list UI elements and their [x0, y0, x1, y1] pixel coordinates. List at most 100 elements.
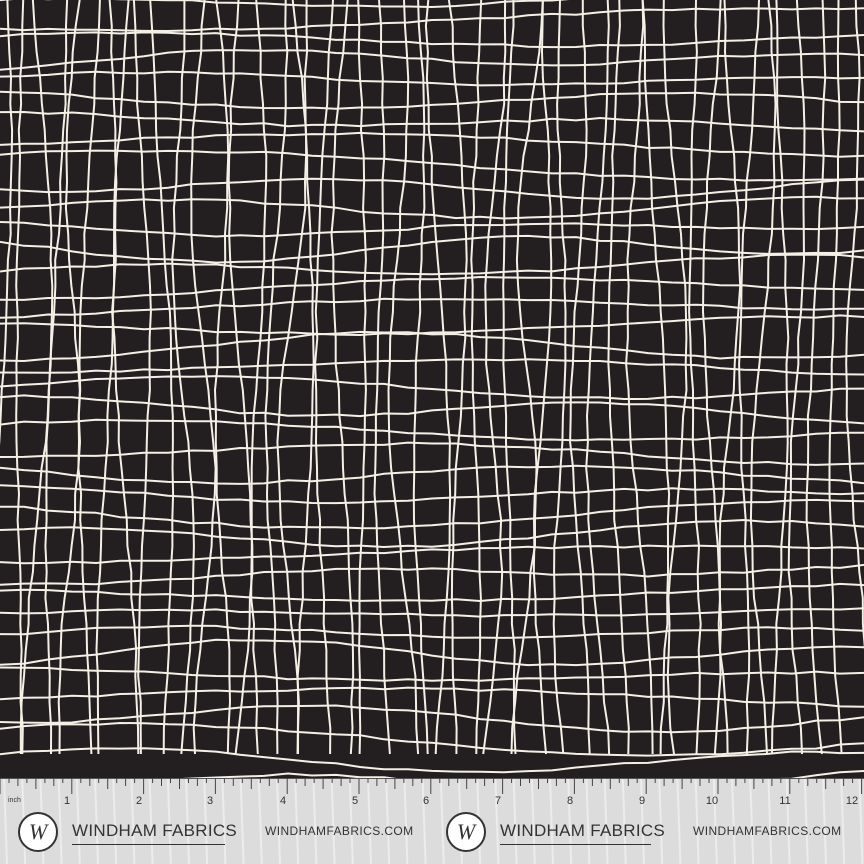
brand-underline	[500, 844, 651, 845]
grid-line-horizontal	[0, 704, 864, 734]
grid-line-vertical	[662, 0, 688, 755]
ruler-number-6: 6	[422, 795, 430, 807]
ruler-texture	[57, 778, 63, 864]
grid-line-vertical	[15, 0, 25, 755]
ruler-number-1: 1	[63, 795, 71, 807]
ruler-number-9: 9	[638, 795, 646, 807]
grid-line-horizontal	[0, 394, 864, 425]
ruler-unit-label: inch	[8, 797, 21, 804]
grid-line-horizontal	[0, 31, 864, 49]
grid-line-horizontal	[0, 195, 864, 220]
grid-line-vertical	[585, 0, 611, 755]
ruler-texture	[421, 778, 427, 864]
grid-line-vertical	[738, 0, 760, 755]
grid-line-horizontal	[0, 747, 864, 774]
irregular-grid-pattern	[0, 0, 864, 778]
ruler-texture	[494, 778, 500, 864]
grid-line-vertical	[552, 0, 567, 755]
ruler-number-2: 2	[135, 795, 143, 807]
grid-line-vertical	[717, 0, 742, 755]
brand-underline	[72, 844, 225, 845]
grid-line-horizontal	[0, 441, 864, 466]
ruler-number-5: 5	[351, 795, 359, 807]
ruler-number-3: 3	[206, 795, 214, 807]
grid-line-vertical	[688, 0, 702, 755]
grid-line-vertical	[373, 0, 391, 755]
grid-line-horizontal	[0, 686, 864, 708]
ruler-texture	[694, 778, 700, 864]
ruler-texture	[276, 778, 281, 864]
brand-website: WINDHAMFABRICS.COM	[693, 824, 842, 838]
grid-line-horizontal	[181, 770, 864, 778]
grid-line-horizontal	[0, 314, 864, 336]
grid-line-vertical	[625, 0, 654, 755]
grid-line-horizontal	[0, 418, 864, 442]
grid-line-vertical	[387, 0, 420, 755]
grid-line-horizontal	[0, 111, 864, 133]
grid-line-vertical	[569, 0, 591, 755]
grid-line-vertical	[470, 0, 483, 755]
grid-line-horizontal	[0, 0, 570, 8]
grid-line-vertical	[330, 0, 355, 755]
ruler-texture	[3, 778, 8, 864]
grid-line-horizontal	[0, 221, 864, 238]
grid-line-vertical	[502, 0, 517, 755]
grid-line-horizontal	[0, 49, 864, 71]
fabric-print	[0, 0, 864, 778]
grid-line-horizontal	[0, 70, 864, 87]
grid-line-vertical	[447, 0, 468, 755]
ruler-texture	[385, 778, 391, 864]
windham-logo-icon: W	[18, 812, 58, 852]
ruler-texture	[712, 778, 718, 864]
grid-line-vertical	[95, 0, 118, 755]
grid-line-horizontal	[0, 582, 864, 602]
ruler-texture	[767, 778, 773, 864]
ruler-texture	[403, 778, 409, 864]
grid-line-horizontal	[0, 722, 864, 757]
brand-name: WINDHAM FABRICS	[500, 821, 666, 840]
grid-line-vertical	[641, 0, 671, 755]
grid-line-vertical	[702, 0, 722, 755]
grid-line-horizontal	[0, 666, 864, 682]
grid-line-horizontal	[0, 624, 864, 639]
grid-line-vertical	[357, 0, 367, 755]
grid-line-vertical	[532, 0, 553, 755]
ruler-number-11: 11	[779, 795, 791, 807]
ruler-texture	[239, 778, 245, 864]
grid-line-vertical	[412, 0, 429, 755]
grid-line-vertical	[482, 0, 507, 755]
ruler-number-12: 12	[845, 795, 859, 807]
ruler-texture	[348, 778, 354, 864]
brand-website: WINDHAMFABRICS.COM	[265, 824, 414, 838]
ruler-number-4: 4	[279, 795, 287, 807]
ruler-number-7: 7	[494, 795, 502, 807]
ruler-texture	[749, 778, 755, 864]
grid-line-horizontal	[0, 519, 864, 548]
grid-line-vertical	[424, 0, 452, 755]
windham-logo-icon: W	[446, 812, 486, 852]
ruler-texture	[294, 778, 300, 864]
ruler-texture	[840, 778, 846, 864]
grid-line-horizontal	[0, 7, 864, 32]
grid-line-vertical	[805, 0, 827, 755]
grid-line-vertical	[0, 0, 14, 446]
ruler-texture	[439, 778, 445, 864]
grid-line-horizontal	[0, 90, 864, 110]
grid-line-vertical	[607, 0, 630, 755]
grid-line-vertical	[749, 0, 777, 755]
grid-line-horizontal	[0, 464, 864, 485]
grid-line-horizontal	[0, 330, 864, 362]
ruler-texture	[731, 778, 736, 864]
grid-line-vertical	[787, 0, 806, 755]
brand-name: WINDHAM FABRICS	[72, 821, 238, 840]
ruler-texture	[312, 778, 318, 864]
grid-line-horizontal	[0, 484, 864, 505]
ruler-number-10: 10	[705, 795, 719, 807]
grid-line-horizontal	[0, 638, 864, 667]
grid-line-horizontal	[0, 297, 864, 319]
ruler-number-8: 8	[566, 795, 574, 807]
ruler-texture	[803, 778, 809, 864]
ruler-texture	[367, 778, 372, 864]
grid-line-vertical	[828, 0, 843, 755]
grid-line-horizontal	[0, 498, 864, 530]
